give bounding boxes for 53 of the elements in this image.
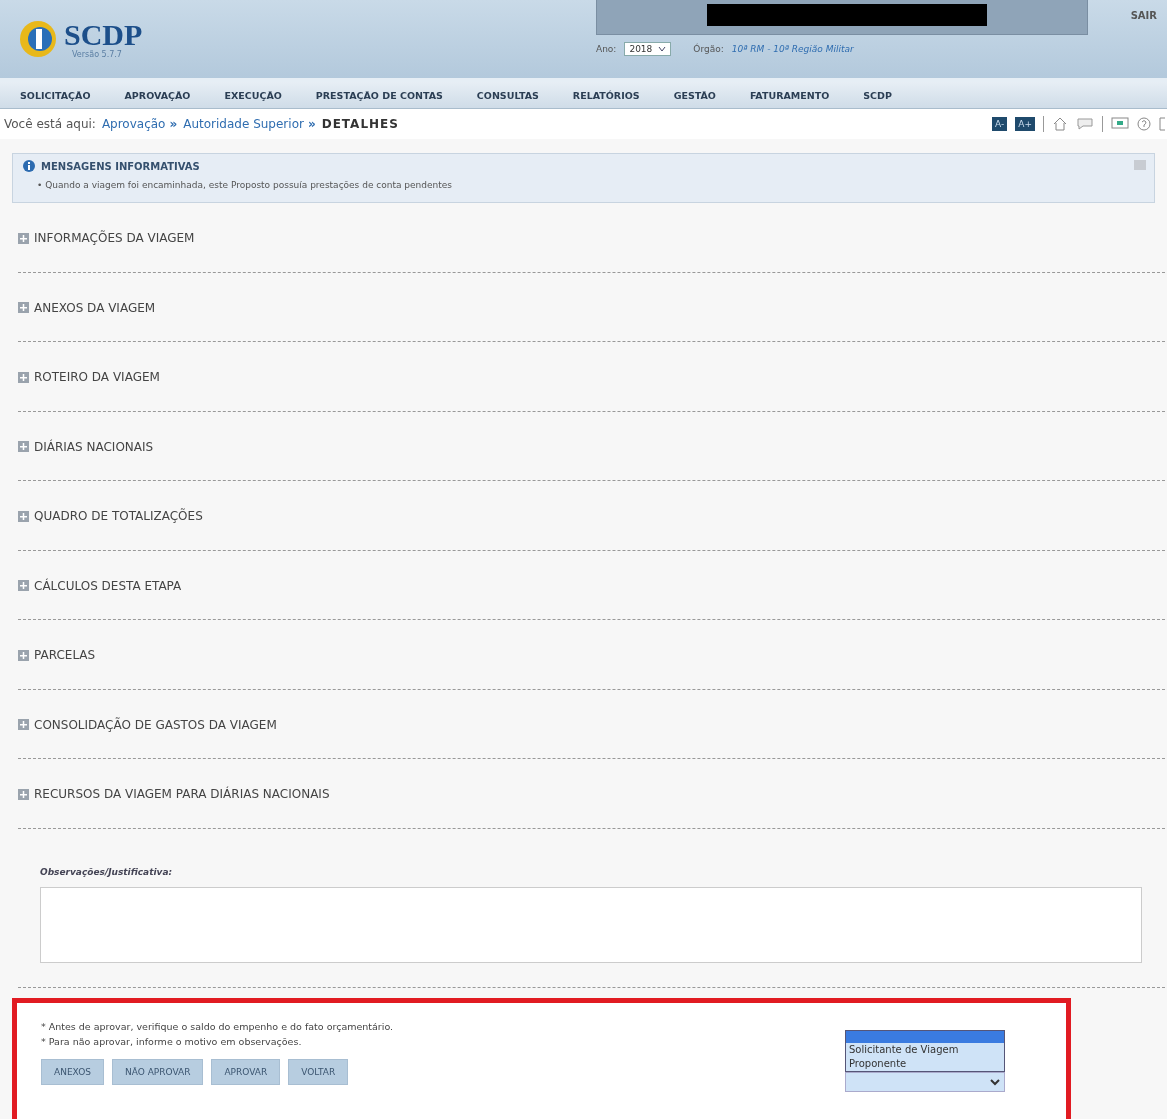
section-header[interactable]: PARCELAS	[18, 648, 96, 662]
section-header[interactable]: QUADRO DE TOTALIZAÇÕES	[18, 509, 203, 523]
menu-item[interactable]: FATURAMENTO	[749, 89, 864, 101]
section-header[interactable]: RECURSOS DA VIAGEM PARA DIÁRIAS NACIONAIS	[18, 787, 330, 801]
chat-icon[interactable]	[1076, 117, 1094, 131]
breadcrumb-separator: »	[169, 117, 178, 131]
logout-link[interactable]: SAIR	[1130, 10, 1157, 21]
font-size-button[interactable]: A+	[1015, 117, 1035, 131]
menu-item[interactable]: EXECUÇÃO	[224, 89, 316, 101]
monitor-icon[interactable]	[1111, 117, 1129, 131]
breadcrumb-item[interactable]: Aprovação	[101, 117, 166, 131]
organ-label: Órgão:	[693, 44, 724, 54]
breadcrumb-prefix: Você está aqui:	[4, 117, 96, 131]
section-header[interactable]: ANEXOS DA VIAGEM	[18, 300, 156, 315]
observations-label: Observações/Justificativa:	[40, 866, 174, 877]
breadcrumb-separator: »	[307, 117, 316, 131]
chevron-icon	[990, 1077, 1000, 1086]
menu-item[interactable]: GESTÃO	[673, 89, 750, 101]
font-size-button[interactable]: A-	[992, 117, 1008, 131]
dropdown-option[interactable]: Solicitante de Viagem	[846, 1042, 1004, 1057]
action-button[interactable]: ANEXOS	[41, 1058, 104, 1085]
message-text: • Quando a viagem foi encaminhada, este Proposto possuía prestações de conta pendentes	[37, 180, 453, 190]
action-button[interactable]: APROVAR	[211, 1058, 281, 1085]
year-select[interactable]: 2018	[624, 42, 672, 56]
year-label: Ano:	[596, 44, 617, 54]
action-button[interactable]: VOLTAR	[288, 1058, 349, 1085]
role-select[interactable]	[845, 1071, 1005, 1092]
section-header[interactable]: CÁLCULOS DESTA ETAPA	[18, 578, 182, 593]
section-header[interactable]: DIÁRIAS NACIONAIS	[18, 439, 154, 454]
section-header[interactable]: ROTEIRO DA VIAGEM	[18, 370, 160, 384]
dropdown-option[interactable]: Proponente	[846, 1056, 1004, 1071]
messages-title: MENSAGENS INFORMATIVAS	[41, 160, 200, 172]
menu-item[interactable]: SCDP	[863, 89, 926, 101]
info-icon	[23, 160, 35, 172]
organ-value: 10ª RM - 10ª Região Militar	[731, 44, 854, 54]
breadcrumb-item: DETALHES	[321, 117, 399, 131]
home-icon[interactable]	[1052, 117, 1068, 131]
note-text: * Antes de aprovar, verifique o saldo do empenho e do fato orçamentário.	[41, 1019, 395, 1034]
help-icon[interactable]	[1137, 117, 1151, 131]
window-icon[interactable]	[1159, 117, 1165, 131]
version-text: Versão 5.7.7	[72, 49, 123, 59]
action-button[interactable]: NÃO APROVAR	[111, 1058, 204, 1085]
menu-item[interactable]: CONSULTAS	[476, 89, 573, 101]
caret-icon	[658, 46, 667, 52]
logo-text: SCDP	[64, 19, 143, 50]
section-header[interactable]: INFORMAÇÕES DA VIAGEM	[18, 231, 195, 245]
menu-item[interactable]: APROVAÇÃO	[124, 89, 225, 101]
menu-item[interactable]: PRESTAÇÃO DE CONTAS	[315, 89, 477, 101]
breadcrumb-item[interactable]: Autoridade Superior	[183, 117, 304, 131]
menu-item[interactable]: SOLICITAÇÃO	[20, 89, 125, 101]
menu-item[interactable]: RELATÓRIOS	[572, 89, 674, 101]
observations-field[interactable]	[40, 886, 1142, 963]
section-header[interactable]: CONSOLIDAÇÃO DE GASTOS DA VIAGEM	[18, 717, 277, 732]
